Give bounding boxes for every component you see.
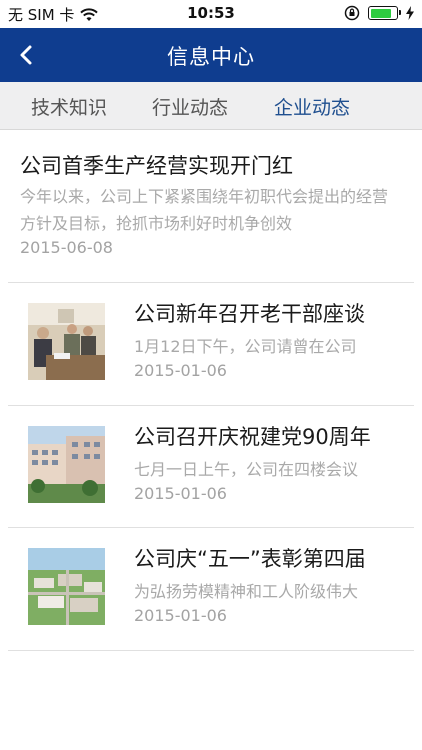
- campus-aerial-photo: [28, 548, 105, 625]
- news-list-item[interactable]: 公司召开庆祝建党90周年 七月一日上午，公司在四楼会议 2015-01-06: [0, 406, 422, 528]
- tab-industry-news[interactable]: 行业动态: [152, 93, 228, 120]
- news-title: 公司首季生产经营实现开门红: [20, 154, 293, 178]
- meeting-photo: [28, 303, 105, 380]
- news-list-item[interactable]: 公司新年召开老干部座谈 1月12日下午，公司请曾在公司 2015-01-06: [0, 283, 422, 405]
- news-summary: 1月12日下午，公司请曾在公司: [134, 337, 357, 356]
- nav-bar: 信息中心: [0, 28, 422, 82]
- tab-company-news[interactable]: 企业动态: [274, 93, 350, 120]
- news-summary: 今年以来，公司上下紧紧围绕年初职代会提出的经营方针及目标，抢抓市场利好时机争创效: [20, 187, 389, 233]
- news-date: 2015-06-08: [20, 238, 113, 257]
- tab-bar: 技术知识 行业动态 企业动态: [0, 82, 422, 130]
- news-date: 2015-01-06: [134, 361, 227, 380]
- tab-tech-knowledge[interactable]: 技术知识: [31, 93, 107, 120]
- rotation-lock-icon: [344, 5, 360, 21]
- featured-news-item[interactable]: 公司首季生产经营实现开门红 今年以来，公司上下紧紧围绕年初职代会提出的经营方针及…: [0, 130, 422, 282]
- battery-level: [370, 8, 391, 18]
- news-list-item[interactable]: 公司庆“五一”表彰第四届 为弘扬劳模精神和工人阶级伟大 2015-01-06: [0, 528, 422, 650]
- news-summary: 七月一日上午，公司在四楼会议: [134, 460, 359, 479]
- status-bar: 无 SIM 卡 10:53: [0, 0, 422, 28]
- battery-icon: [368, 6, 401, 20]
- news-summary: 为弘扬劳模精神和工人阶级伟大: [134, 582, 359, 601]
- news-date: 2015-01-06: [134, 606, 227, 625]
- news-title: 公司庆“五一”表彰第四届: [134, 547, 366, 571]
- news-title: 公司召开庆祝建党90周年: [134, 425, 371, 449]
- status-right: [344, 5, 414, 21]
- page-title: 信息中心: [167, 45, 255, 69]
- charging-icon: [406, 6, 414, 20]
- divider: [8, 650, 414, 651]
- building-photo: [28, 426, 105, 503]
- news-date: 2015-01-06: [134, 484, 227, 503]
- news-title: 公司新年召开老干部座谈: [134, 302, 365, 326]
